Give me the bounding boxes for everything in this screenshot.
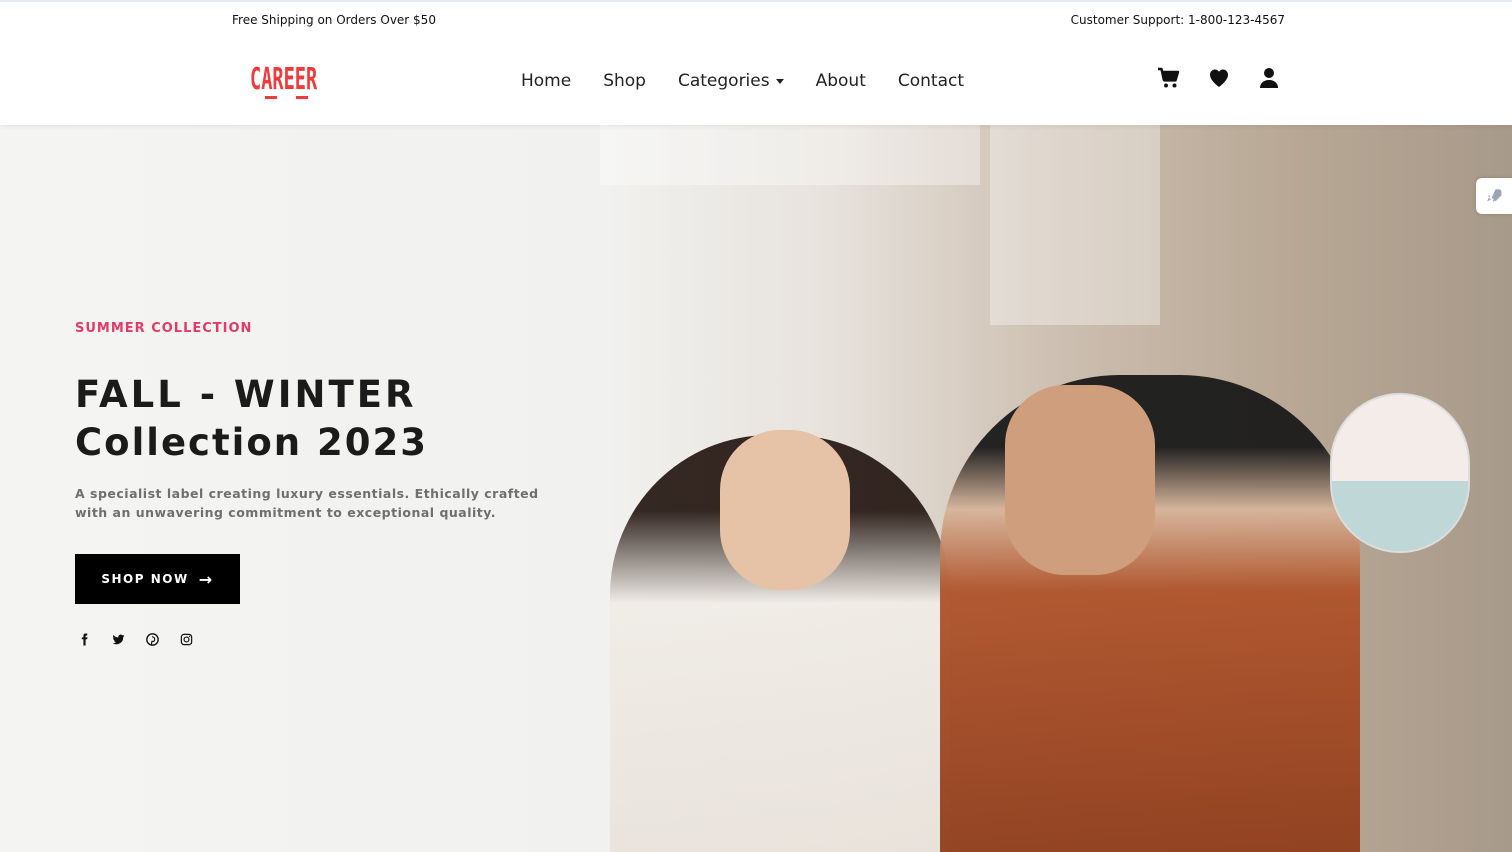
user-icon[interactable]	[1257, 66, 1281, 90]
nav-item-categories[interactable]: Categories	[678, 71, 784, 91]
cart-icon[interactable]	[1157, 66, 1181, 90]
heart-icon[interactable]	[1207, 66, 1231, 90]
brand-logo[interactable]: CAREER	[250, 62, 317, 97]
shop-now-button[interactable]: SHOP NOW →	[75, 554, 240, 604]
top-bar: Free Shipping on Orders Over $50 Custome…	[0, 0, 1512, 38]
logo-accent	[265, 96, 277, 99]
nav-item-shop[interactable]: Shop	[603, 71, 646, 91]
instagram-icon[interactable]	[180, 633, 193, 646]
facebook-icon[interactable]	[78, 633, 91, 646]
chevron-down-icon	[775, 78, 784, 84]
nav-item-home[interactable]: Home	[521, 71, 571, 91]
arrow-right-icon: →	[198, 569, 214, 589]
social-links	[78, 633, 193, 646]
storefront-sign	[1330, 393, 1470, 553]
background-sign	[600, 125, 980, 185]
nav-item-categories-label: Categories	[677, 71, 770, 91]
shop-now-label: SHOP NOW	[101, 572, 189, 586]
twitter-icon[interactable]	[112, 633, 125, 646]
main-navbar: CAREER Home Shop Categories About Contac…	[0, 38, 1512, 125]
hero-model-woman-face	[720, 430, 850, 590]
background-sign	[990, 125, 1160, 325]
nav-menu: Home Shop Categories About Contact	[521, 71, 964, 91]
rocket-icon[interactable]	[1476, 178, 1512, 214]
hero-title-line2: Collection 2023	[75, 421, 428, 464]
nav-item-contact[interactable]: Contact	[898, 71, 964, 91]
customer-support: Customer Support: 1-800-123-4567	[1070, 13, 1285, 27]
hero-banner: SUMMER COLLECTION FALL - WINTER Collecti…	[0, 125, 1512, 852]
pinterest-icon[interactable]	[146, 633, 159, 646]
nav-item-about[interactable]: About	[816, 71, 866, 91]
hero-model-man-face	[1005, 385, 1155, 575]
hero-description: A specialist label creating luxury essen…	[75, 486, 539, 520]
hero-title-line1: FALL - WINTER	[75, 373, 417, 416]
shipping-notice: Free Shipping on Orders Over $50	[232, 13, 436, 27]
logo-accent	[296, 96, 308, 99]
header-icons	[1157, 66, 1281, 90]
hero-kicker: SUMMER COLLECTION	[75, 321, 253, 336]
